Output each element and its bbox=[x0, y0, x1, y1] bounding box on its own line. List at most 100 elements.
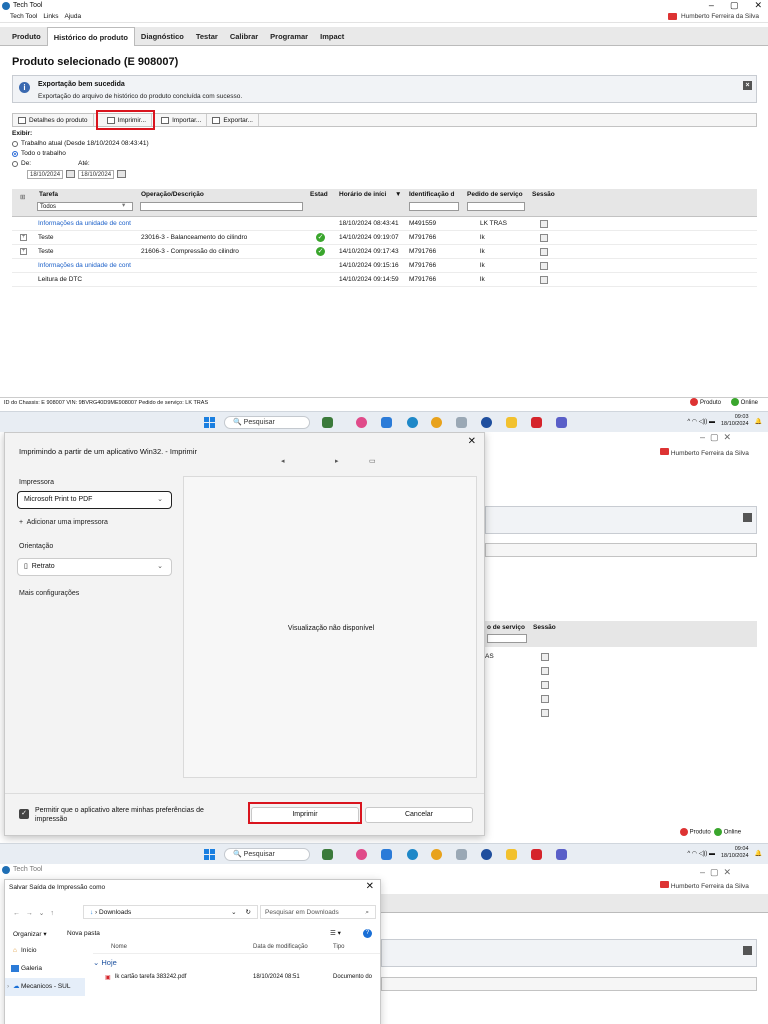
acrobat-icon[interactable] bbox=[531, 417, 542, 428]
windows-start-icon[interactable] bbox=[204, 849, 215, 860]
menu-ajuda[interactable]: Ajuda bbox=[65, 13, 82, 20]
notification-bell-icon[interactable]: 🔔 bbox=[755, 418, 762, 425]
radio-range[interactable]: De: Até: bbox=[12, 159, 149, 169]
windows-start-icon[interactable] bbox=[204, 417, 215, 428]
new-folder-button[interactable]: Nova pasta bbox=[67, 930, 100, 937]
filter-identificacao[interactable] bbox=[409, 202, 459, 211]
print-dialog-close-icon[interactable]: ✕ bbox=[468, 436, 476, 447]
tab-historico[interactable]: Histórico do produto bbox=[46, 27, 135, 46]
notification-bell-icon[interactable]: 🔔 bbox=[755, 850, 762, 857]
radio-current-work[interactable]: Trabalho atual (Desde 18/10/2024 08:43:4… bbox=[12, 139, 149, 149]
taskbar-search[interactable]: 🔍 Pesquisar bbox=[224, 848, 310, 861]
session-icon[interactable] bbox=[540, 276, 548, 284]
table-row[interactable]: Informações da unidade de cont 18/10/2024… bbox=[12, 217, 757, 231]
menu-links[interactable]: Links bbox=[43, 13, 58, 20]
notice-close-icon[interactable]: × bbox=[743, 81, 752, 90]
fit-page-icon[interactable]: ▭ bbox=[369, 457, 376, 465]
tab-calibrar[interactable]: Calibrar bbox=[224, 28, 264, 45]
col-sessao[interactable]: Sessão bbox=[532, 191, 555, 198]
address-bar[interactable]: ↓ › Downloads ⌄ ↻ bbox=[83, 905, 258, 919]
filter-icon[interactable]: ▾ bbox=[122, 201, 125, 209]
chrome-icon[interactable] bbox=[431, 417, 442, 428]
col-pedido[interactable]: Pedido de serviço bbox=[467, 191, 523, 198]
session-icon[interactable] bbox=[540, 220, 548, 228]
nav-inicio[interactable]: ⌂ Início bbox=[5, 942, 85, 960]
session-icon[interactable] bbox=[540, 262, 548, 270]
tab-impact[interactable]: Impact bbox=[314, 28, 350, 45]
filter-tarefa[interactable]: Todos bbox=[37, 202, 133, 211]
view-options-icon[interactable]: ☰ ▾ bbox=[330, 929, 341, 937]
clock[interactable]: 09:04 18/10/2024 bbox=[721, 846, 749, 860]
file-explorer-icon[interactable] bbox=[506, 849, 517, 860]
refresh-icon[interactable]: ⌄ ↻ bbox=[231, 906, 251, 919]
sort-desc-icon[interactable]: ▼ bbox=[395, 191, 401, 198]
teams-icon[interactable] bbox=[556, 849, 567, 860]
filter-pedido[interactable] bbox=[467, 202, 525, 211]
printer-select[interactable]: Microsoft Print to PDF ⌄ bbox=[17, 491, 172, 509]
next-page-icon[interactable]: ▸ bbox=[335, 457, 339, 465]
table-row[interactable]: + Teste 21606-3 - Compressão do cilindro 14… bbox=[12, 245, 757, 259]
col-horario[interactable]: Horário de iníci bbox=[339, 191, 386, 198]
teams-icon[interactable] bbox=[556, 417, 567, 428]
radio-all-work[interactable]: Todo o trabalho bbox=[12, 149, 149, 159]
session-icon[interactable] bbox=[540, 248, 548, 256]
taskbar-app-icon[interactable] bbox=[322, 849, 333, 860]
save-dialog-close-icon[interactable]: ✕ bbox=[366, 881, 374, 892]
col-nome[interactable]: Nome bbox=[111, 944, 127, 950]
tab-testar[interactable]: Testar bbox=[190, 28, 224, 45]
tab-programar[interactable]: Programar bbox=[264, 28, 314, 45]
file-explorer-icon[interactable] bbox=[506, 417, 517, 428]
tray-icons[interactable]: ^ ◠ ◁)) ▬ bbox=[687, 850, 715, 857]
taskbar-search[interactable]: 🔍 Pesquisar bbox=[224, 416, 310, 429]
organize-button[interactable]: Organizar ▾ bbox=[13, 930, 47, 938]
expand-all-icon[interactable]: ⊞ bbox=[20, 193, 25, 201]
to-date-field[interactable]: 18/10/2024 bbox=[78, 169, 115, 179]
col-data[interactable]: Data de modificação bbox=[253, 944, 308, 950]
add-printer-link[interactable]: + Adicionar uma impressora bbox=[19, 519, 108, 526]
copilot-icon[interactable] bbox=[356, 849, 367, 860]
col-operacao[interactable]: Operação/Descrição bbox=[141, 191, 204, 198]
orientation-select[interactable]: ▯ Retrato ⌄ bbox=[17, 558, 172, 576]
taskbar-app-icon[interactable] bbox=[456, 417, 467, 428]
chrome-icon[interactable] bbox=[431, 849, 442, 860]
col-tarefa[interactable]: Tarefa bbox=[39, 191, 58, 198]
table-row[interactable]: + Teste 23016-3 - Balanceamento do cilindr… bbox=[12, 231, 757, 245]
expand-row-icon[interactable]: + bbox=[20, 248, 27, 255]
tray-icons[interactable]: ^ ◠ ◁)) ▬ bbox=[687, 418, 715, 425]
tab-produto[interactable]: Produto bbox=[6, 28, 47, 45]
calendar-icon[interactable] bbox=[66, 170, 76, 178]
session-icon[interactable] bbox=[540, 234, 548, 242]
clock[interactable]: 09:03 18/10/2024 bbox=[721, 414, 749, 428]
import-button[interactable]: Importar... bbox=[156, 114, 208, 126]
copilot-icon[interactable] bbox=[356, 417, 367, 428]
maximize-button[interactable]: ▢ bbox=[730, 0, 739, 11]
folder-search[interactable]: Pesquisar em Downloads ⌕ bbox=[260, 905, 376, 919]
edge-icon[interactable] bbox=[407, 417, 418, 428]
filter-operacao[interactable] bbox=[140, 202, 303, 211]
export-button[interactable]: Exportar... bbox=[207, 114, 259, 126]
table-row[interactable]: Leitura de DTC 14/10/2024 09:14:59 M791766… bbox=[12, 273, 757, 287]
nav-onedrive[interactable]: › ☁ Mecanicos - SUL bbox=[5, 978, 85, 996]
help-icon[interactable]: ? bbox=[363, 929, 372, 938]
col-tipo[interactable]: Tipo bbox=[333, 944, 344, 950]
taskbar-app-icon[interactable] bbox=[456, 849, 467, 860]
tab-diagnostico[interactable]: Diagnóstico bbox=[135, 28, 190, 45]
techtool-taskbar-icon[interactable] bbox=[481, 849, 492, 860]
taskbar-app-icon[interactable] bbox=[322, 417, 333, 428]
allow-prefs-checkbox[interactable]: ✓ bbox=[19, 809, 29, 819]
taskbar-app-icon[interactable] bbox=[381, 417, 392, 428]
menu-techtool[interactable]: Tech Tool bbox=[10, 13, 37, 20]
nav-galeria[interactable]: Galeria bbox=[5, 960, 85, 978]
edge-icon[interactable] bbox=[407, 849, 418, 860]
taskbar-app-icon[interactable] bbox=[381, 849, 392, 860]
acrobat-icon[interactable] bbox=[531, 849, 542, 860]
col-identificacao[interactable]: Identificação d bbox=[409, 191, 455, 198]
group-header[interactable]: ⌄ Hoje bbox=[93, 958, 380, 967]
expand-row-icon[interactable]: + bbox=[20, 234, 27, 241]
col-estado[interactable]: Estad bbox=[310, 191, 328, 198]
calendar-icon[interactable] bbox=[117, 170, 127, 178]
prev-page-icon[interactable]: ◂ bbox=[281, 457, 285, 465]
minimize-button[interactable]: – bbox=[709, 0, 714, 11]
techtool-taskbar-icon[interactable] bbox=[481, 417, 492, 428]
from-date-field[interactable]: 18/10/2024 bbox=[27, 169, 64, 179]
